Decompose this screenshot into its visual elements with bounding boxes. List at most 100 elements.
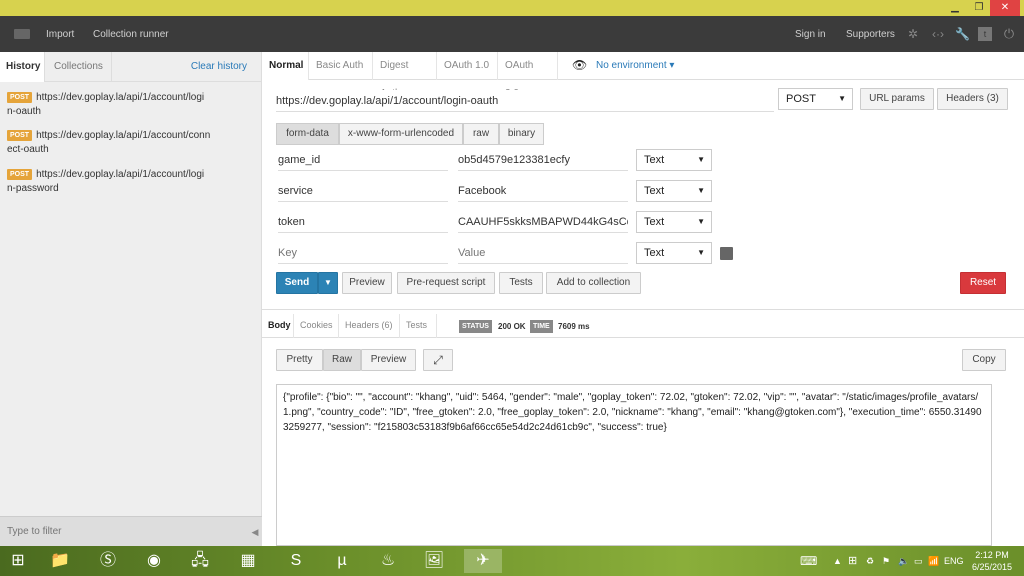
expand-icon[interactable]: ⤢ xyxy=(423,349,453,371)
param-type-value: Text xyxy=(644,154,665,166)
postman-icon[interactable]: ✈ xyxy=(464,549,502,573)
copy-button[interactable]: Copy xyxy=(962,349,1006,371)
clear-history-link[interactable]: Clear history xyxy=(191,52,247,82)
interceptor-icon[interactable]: ✲ xyxy=(906,27,920,41)
tests-button[interactable]: Tests xyxy=(499,272,543,294)
tab-raw[interactable]: raw xyxy=(463,123,499,145)
steam-icon[interactable]: ♨ xyxy=(374,549,402,573)
url-input[interactable] xyxy=(276,90,774,112)
twitter-icon[interactable]: t xyxy=(978,27,992,41)
collapse-sidebar-icon[interactable]: ◀ xyxy=(248,517,262,547)
reset-button[interactable]: Reset xyxy=(960,272,1006,294)
param-type-select[interactable]: Text ▼ xyxy=(636,211,712,233)
apps-grid-icon[interactable]: ▦ xyxy=(234,549,262,573)
tab-oauth2[interactable]: OAuth 2.0 xyxy=(498,52,558,99)
wifi-icon[interactable]: 📶 xyxy=(928,546,939,576)
filter-input[interactable] xyxy=(0,517,240,545)
param-type-select[interactable]: Text ▼ xyxy=(636,180,712,202)
chrome-icon[interactable]: ◉ xyxy=(140,549,168,573)
settings-wrench-icon[interactable]: 🔧 xyxy=(955,27,970,41)
start-icon[interactable]: ⊞ xyxy=(4,549,32,573)
tray-arrow-icon[interactable]: ▲ xyxy=(833,546,842,576)
method-select[interactable]: POST ▼ xyxy=(778,88,853,110)
language-indicator[interactable]: ENG xyxy=(944,546,964,576)
skype-icon[interactable]: Ⓢ xyxy=(94,549,122,573)
param-key-input[interactable] xyxy=(278,211,448,233)
tab-history[interactable]: History xyxy=(0,52,45,82)
new-param-key-input[interactable] xyxy=(278,242,448,264)
response-body[interactable]: {"profile": {"bio": "", "account": "khan… xyxy=(276,384,992,546)
utorrent-icon[interactable]: µ xyxy=(328,549,356,573)
param-value-input[interactable] xyxy=(458,211,628,233)
tab-form-data[interactable]: form-data xyxy=(276,123,339,145)
url-params-button[interactable]: URL params xyxy=(860,88,934,110)
param-type-select[interactable]: Text ▼ xyxy=(636,149,712,171)
preview-button[interactable]: Preview xyxy=(342,272,392,294)
param-value-input[interactable] xyxy=(458,180,628,202)
history-url: https://dev.goplay.la/api/1/account/logi xyxy=(36,169,205,180)
volume-icon[interactable]: 🔈 xyxy=(898,546,909,576)
power-icon[interactable]: ⏻ xyxy=(1002,27,1016,41)
file-explorer-icon[interactable]: 📁 xyxy=(46,549,74,573)
send-dropdown-caret-icon[interactable]: ▼ xyxy=(318,272,338,294)
pretty-button[interactable]: Pretty xyxy=(276,349,323,371)
history-item[interactable]: POST https://dev.goplay.la/api/1/account/… xyxy=(7,129,222,157)
main-panel: Normal Basic Auth Digest Auth OAuth 1.0 … xyxy=(262,52,1024,546)
flag-icon[interactable]: ⚑ xyxy=(882,546,890,576)
caret-down-icon: ▼ xyxy=(697,217,705,226)
supporters-button[interactable]: Supporters xyxy=(846,16,895,54)
tab-urlencoded[interactable]: x-www-form-urlencoded xyxy=(339,123,463,145)
maximize-button[interactable]: ❐ xyxy=(966,0,992,16)
minimize-button[interactable]: ▁ xyxy=(942,0,968,16)
history-url-cont: n-oauth xyxy=(7,106,41,117)
tab-response-headers[interactable]: Headers (6) xyxy=(339,314,400,338)
sync-icon[interactable]: ♻ xyxy=(866,546,874,576)
tab-oauth1[interactable]: OAuth 1.0 xyxy=(437,52,498,80)
divider xyxy=(262,309,1024,310)
tab-basic-auth[interactable]: Basic Auth xyxy=(309,52,373,80)
pre-request-script-button[interactable]: Pre-request script xyxy=(397,272,495,294)
tab-cookies[interactable]: Cookies xyxy=(294,314,339,338)
sublime-icon[interactable]: S xyxy=(282,549,310,573)
param-type-select[interactable]: Text ▼ xyxy=(636,242,712,264)
windows-icon[interactable]: ⊞ xyxy=(848,546,857,576)
close-button[interactable]: ✕ xyxy=(990,0,1020,16)
add-to-collection-button[interactable]: Add to collection xyxy=(546,272,641,294)
param-value-input[interactable] xyxy=(458,149,628,171)
time-value: 7609 ms xyxy=(558,322,590,331)
network-app-icon[interactable]: 🖧 xyxy=(186,549,214,573)
history-item[interactable]: POST https://dev.goplay.la/api/1/account/… xyxy=(7,168,222,196)
collection-runner-button[interactable]: Collection runner xyxy=(93,16,169,54)
tab-binary[interactable]: binary xyxy=(499,123,544,145)
bulk-edit-icon[interactable] xyxy=(720,247,733,260)
proxy-icon[interactable]: ‹·› xyxy=(930,27,946,41)
param-type-value: Text xyxy=(644,185,665,197)
status-label: STATUS xyxy=(459,320,492,333)
new-param-value-input[interactable] xyxy=(458,242,628,264)
clock[interactable]: 2:12 PM 6/25/2015 xyxy=(972,549,1012,573)
sign-in-button[interactable]: Sign in xyxy=(795,16,826,54)
param-key-input[interactable] xyxy=(278,180,448,202)
clock-date: 6/25/2015 xyxy=(971,562,1012,572)
caret-down-icon: ▼ xyxy=(697,186,705,195)
tab-digest-auth[interactable]: Digest Auth xyxy=(373,52,437,99)
raw-button[interactable]: Raw xyxy=(323,349,361,371)
tab-response-tests[interactable]: Tests xyxy=(400,314,437,338)
battery-icon[interactable]: ▭ xyxy=(914,546,923,576)
tab-body[interactable]: Body xyxy=(262,314,294,338)
preview-response-button[interactable]: Preview xyxy=(361,349,416,371)
import-button[interactable]: Import xyxy=(46,16,74,54)
eye-icon[interactable]: 👁 xyxy=(572,59,587,71)
param-key-input[interactable] xyxy=(278,149,448,171)
environment-select[interactable]: No environment ▾ xyxy=(596,52,674,80)
tab-collections[interactable]: Collections xyxy=(48,52,112,82)
status-value: 200 OK xyxy=(498,322,526,331)
tab-normal[interactable]: Normal xyxy=(262,52,309,80)
headers-button[interactable]: Headers (3) xyxy=(937,88,1008,110)
send-button[interactable]: Send xyxy=(276,272,318,294)
keyboard-icon[interactable]: ⌨ xyxy=(800,546,817,576)
sidebar-toggle-icon[interactable] xyxy=(14,29,30,39)
history-item[interactable]: POST https://dev.goplay.la/api/1/account/… xyxy=(7,91,222,119)
photos-icon[interactable]: 🖼 xyxy=(420,549,448,573)
param-type-value: Text xyxy=(644,247,665,259)
